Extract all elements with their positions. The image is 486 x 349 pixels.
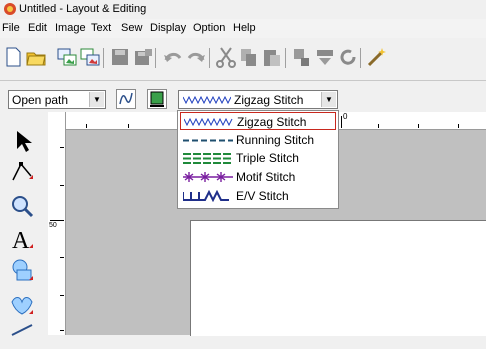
path-mode-select[interactable]: Open path ▼ bbox=[8, 90, 106, 109]
menu-option[interactable]: Option bbox=[193, 22, 225, 34]
stitch-type-select[interactable]: Zigzag Stitch ▼ bbox=[178, 90, 338, 109]
refresh-icon[interactable] bbox=[337, 46, 359, 68]
text-tool-icon[interactable]: A bbox=[9, 226, 35, 252]
menu-help[interactable]: Help bbox=[233, 22, 256, 34]
ruler-tick bbox=[128, 124, 129, 128]
stamp-tool-icon[interactable] bbox=[9, 292, 35, 318]
toolbar-divider bbox=[0, 80, 486, 81]
open-folder-icon[interactable] bbox=[25, 46, 47, 68]
menu-display[interactable]: Display bbox=[150, 22, 186, 34]
save-icon[interactable] bbox=[109, 46, 131, 68]
chevron-down-icon[interactable]: ▼ bbox=[321, 92, 336, 107]
ruler-tick bbox=[50, 220, 64, 221]
toolbar-separator bbox=[103, 48, 104, 68]
menu-sew[interactable]: Sew bbox=[121, 22, 142, 34]
triple-stitch-icon bbox=[183, 153, 233, 164]
ruler-tick bbox=[378, 124, 379, 128]
copy-icon[interactable] bbox=[238, 46, 260, 68]
stitch-type-dropdown: Zigzag Stitch Running Stitch Triple Stit… bbox=[177, 110, 339, 209]
design-page[interactable] bbox=[190, 220, 486, 336]
app-icon bbox=[4, 3, 16, 15]
point-edit-icon[interactable] bbox=[9, 158, 35, 184]
transfer-icon[interactable] bbox=[291, 46, 313, 68]
motif-stitch-icon bbox=[183, 172, 233, 182]
vertical-ruler: 50 bbox=[48, 112, 66, 335]
stitch-option-running[interactable]: Running Stitch bbox=[180, 131, 336, 149]
stitch-option-triple[interactable]: Triple Stitch bbox=[180, 149, 336, 167]
toolbar-separator bbox=[209, 48, 210, 68]
stitch-option-label: Running Stitch bbox=[236, 133, 315, 147]
zigzag-stitch-icon bbox=[184, 118, 233, 126]
ruler-tick bbox=[60, 330, 64, 331]
toolbar-separator bbox=[360, 48, 361, 68]
ev-stitch-icon bbox=[183, 190, 229, 202]
ruler-tick bbox=[60, 185, 64, 186]
window-title: Untitled - Layout & Editing bbox=[19, 3, 147, 15]
ruler-label-zero: 0 bbox=[343, 112, 348, 121]
ruler-tick bbox=[341, 116, 342, 128]
shape-tool-icon[interactable] bbox=[9, 258, 35, 284]
menu-edit[interactable]: Edit bbox=[28, 22, 47, 34]
menu-file[interactable]: File bbox=[2, 22, 20, 34]
new-file-icon[interactable] bbox=[2, 46, 24, 68]
cut-icon[interactable] bbox=[215, 46, 237, 68]
zoom-icon[interactable] bbox=[9, 193, 35, 219]
image-import-icon[interactable] bbox=[56, 46, 78, 68]
stitch-option-zigzag[interactable]: Zigzag Stitch bbox=[180, 112, 336, 130]
ruler-tick bbox=[60, 257, 64, 258]
title-bar: Untitled - Layout & Editing bbox=[0, 0, 486, 19]
stitch-option-label: E/V Stitch bbox=[236, 189, 289, 203]
ruler-tick bbox=[418, 124, 419, 128]
stitch-type-value: Zigzag Stitch bbox=[234, 93, 304, 107]
menu-image[interactable]: Image bbox=[55, 22, 86, 34]
line-color-icon[interactable] bbox=[147, 89, 167, 109]
running-stitch-icon bbox=[183, 139, 233, 142]
save-as-icon[interactable] bbox=[132, 46, 154, 68]
stitch-option-motif[interactable]: Motif Stitch bbox=[180, 168, 336, 186]
menu-bar: File Edit Image Text Sew Display Option … bbox=[0, 19, 486, 38]
ruler-tick bbox=[60, 295, 64, 296]
chevron-down-icon[interactable]: ▼ bbox=[89, 92, 104, 107]
select-arrow-icon[interactable] bbox=[9, 128, 35, 154]
toolbar-separator bbox=[155, 48, 156, 68]
stitch-option-label: Zigzag Stitch bbox=[237, 115, 307, 129]
ruler-label-fifty: 50 bbox=[49, 222, 57, 229]
line-tool-icon[interactable] bbox=[9, 323, 35, 349]
undo-icon[interactable] bbox=[162, 46, 184, 68]
image-edit-icon[interactable] bbox=[79, 46, 101, 68]
ruler-tick bbox=[86, 124, 87, 128]
stitch-option-label: Triple Stitch bbox=[236, 151, 299, 165]
ruler-tick bbox=[458, 124, 459, 128]
stitch-option-label: Motif Stitch bbox=[236, 170, 296, 184]
path-mode-value: Open path bbox=[12, 93, 69, 107]
zigzag-stitch-icon bbox=[183, 96, 231, 104]
toolbar-separator bbox=[285, 48, 286, 68]
paste-icon[interactable] bbox=[261, 46, 283, 68]
open-curve-icon[interactable] bbox=[116, 89, 136, 109]
ruler-tick bbox=[60, 147, 64, 148]
redo-icon[interactable] bbox=[185, 46, 207, 68]
magic-wand-icon[interactable] bbox=[366, 46, 388, 68]
send-to-machine-icon[interactable] bbox=[314, 46, 336, 68]
stitch-option-ev[interactable]: E/V Stitch bbox=[180, 187, 336, 205]
menu-text[interactable]: Text bbox=[91, 22, 111, 34]
svg-text:A: A bbox=[12, 228, 30, 252]
